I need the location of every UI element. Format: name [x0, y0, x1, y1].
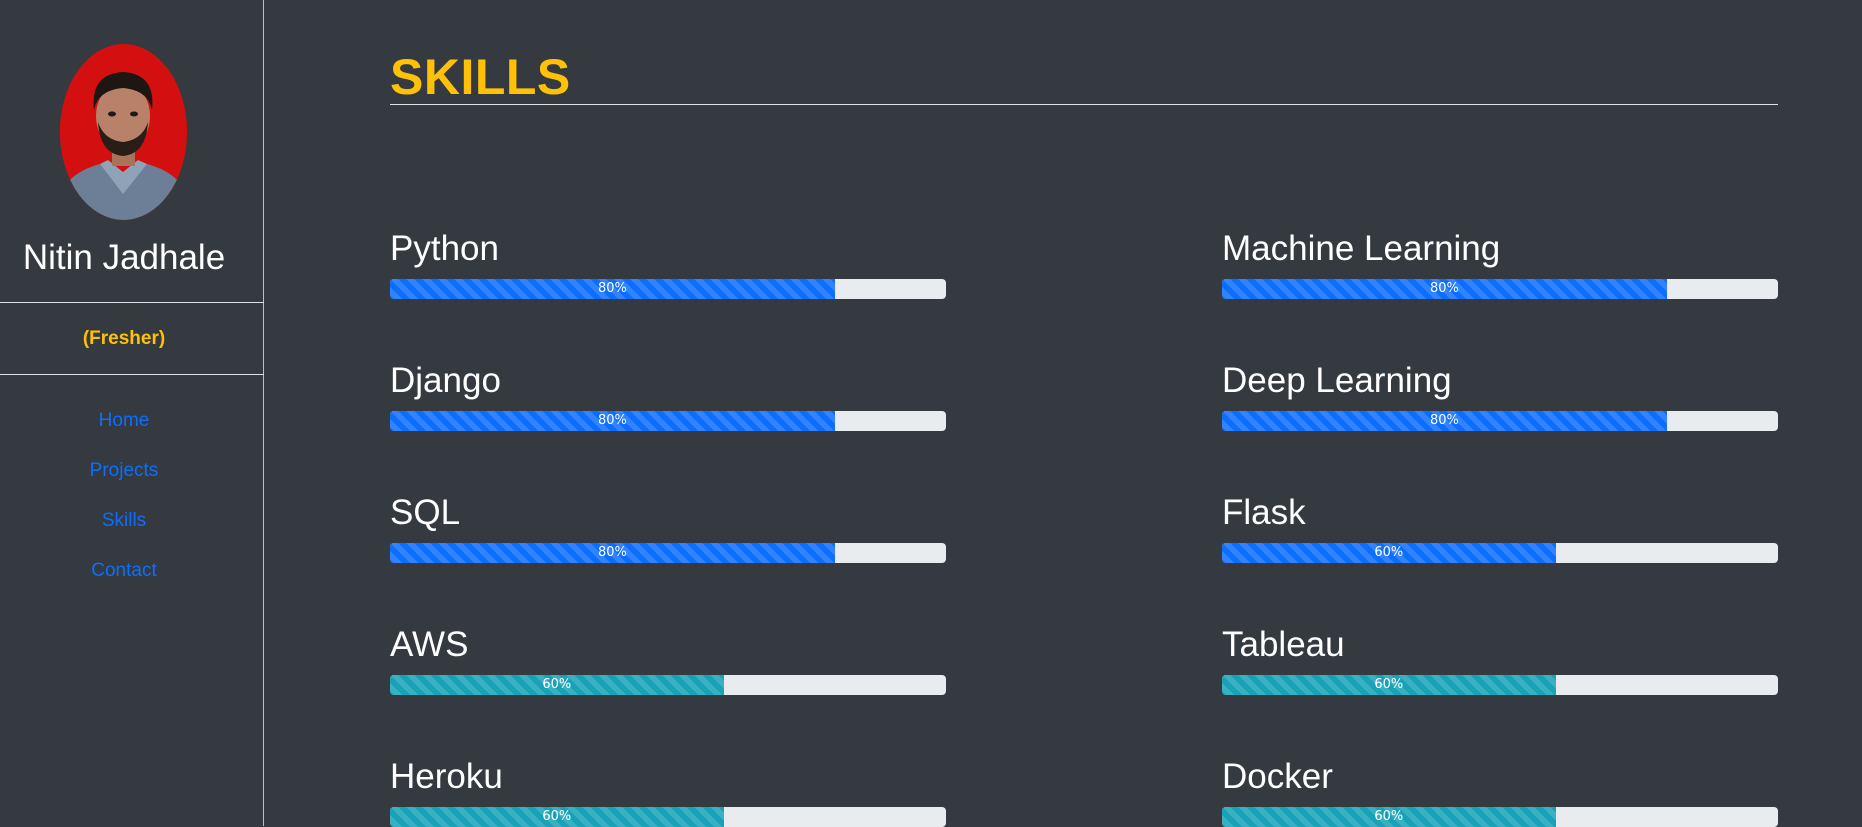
skill-sql: SQL 80%	[390, 489, 946, 563]
skill-machine-learning: Machine Learning 80%	[1222, 225, 1778, 299]
sidebar: Nitin Jadhale (Fresher) Home Projects Sk…	[0, 0, 264, 826]
skill-name: Django	[390, 361, 501, 400]
skill-name: Flask	[1222, 493, 1306, 532]
divider	[0, 374, 264, 375]
skill-progress-track: 80%	[1222, 411, 1778, 431]
skill-name: SQL	[390, 493, 461, 532]
skill-progress-bar: 80%	[390, 543, 835, 563]
profile-photo	[60, 44, 187, 220]
skill-progress-bar: 60%	[1222, 807, 1556, 827]
profile-name: Nitin Jadhale	[22, 238, 226, 277]
skill-docker: Docker 60%	[1222, 753, 1778, 827]
skill-name: Machine Learning	[1222, 229, 1501, 268]
nav-contact[interactable]: Contact	[0, 555, 248, 605]
skill-progress-track: 80%	[390, 279, 946, 299]
skill-progress-bar: 80%	[1222, 279, 1667, 299]
skill-python: Python 80%	[390, 225, 946, 299]
skill-progress-track: 60%	[1222, 543, 1778, 563]
skill-progress-bar: 60%	[1222, 543, 1556, 563]
skill-name: Deep Learning	[1222, 361, 1452, 400]
skill-progress-track: 60%	[390, 675, 946, 695]
nav-skills[interactable]: Skills	[0, 505, 248, 555]
skill-progress-track: 80%	[390, 411, 946, 431]
skill-progress-track: 80%	[390, 543, 946, 563]
skill-progress-bar: 60%	[390, 675, 724, 695]
skill-progress-bar: 80%	[390, 279, 835, 299]
nav-home[interactable]: Home	[0, 405, 248, 455]
skill-name: AWS	[390, 625, 469, 664]
divider	[0, 302, 264, 303]
skill-name: Docker	[1222, 757, 1333, 796]
skill-name: Heroku	[390, 757, 503, 796]
skill-progress-track: 60%	[1222, 675, 1778, 695]
main-content: SKILLS Python 80% Machine Learning 80% Djang…	[265, 0, 1862, 827]
skill-django: Django 80%	[390, 357, 946, 431]
skill-progress-track: 80%	[1222, 279, 1778, 299]
avatar	[60, 44, 187, 220]
nav-projects[interactable]: Projects	[0, 455, 248, 505]
skill-heroku: Heroku 60%	[390, 753, 946, 827]
skill-progress-bar: 60%	[390, 807, 724, 827]
page-title: SKILLS	[390, 49, 571, 105]
skill-name: Python	[390, 229, 499, 268]
skill-progress-bar: 60%	[1222, 675, 1556, 695]
sidebar-nav: Home Projects Skills Contact	[0, 405, 248, 605]
skill-progress-track: 60%	[390, 807, 946, 827]
skill-aws: AWS 60%	[390, 621, 946, 695]
profile-status: (Fresher)	[82, 328, 166, 349]
title-underline	[390, 104, 1778, 105]
skill-deep-learning: Deep Learning 80%	[1222, 357, 1778, 431]
skill-progress-bar: 80%	[390, 411, 835, 431]
skill-tableau: Tableau 60%	[1222, 621, 1778, 695]
skill-progress-track: 60%	[1222, 807, 1778, 827]
skill-name: Tableau	[1222, 625, 1345, 664]
skill-progress-bar: 80%	[1222, 411, 1667, 431]
skill-flask: Flask 60%	[1222, 489, 1778, 563]
